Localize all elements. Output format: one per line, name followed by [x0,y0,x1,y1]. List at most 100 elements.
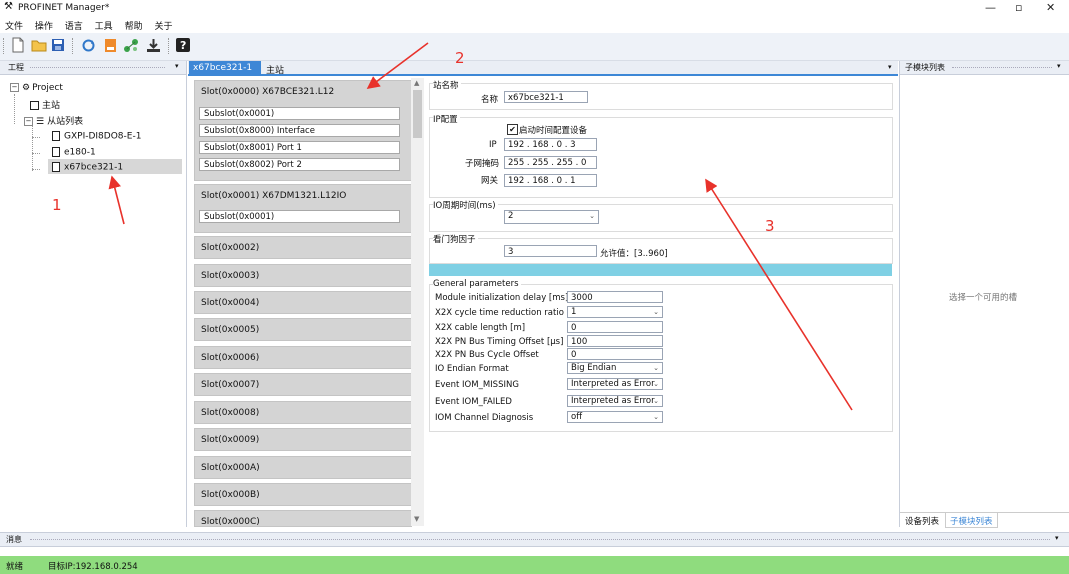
subslot-item[interactable]: Subslot(0x8001) Port 1 [199,141,400,154]
subnet-mask-input[interactable]: 255 . 255 . 255 . 0 [504,156,597,169]
refresh-icon[interactable] [80,37,96,53]
chevron-down-icon: ⌄ [589,212,595,220]
device-icon [52,147,60,157]
tree-node-slave-list[interactable]: − ☰ 从站列表 [24,114,83,127]
select-value: 1 [571,307,577,317]
toolbar-separator [72,38,75,54]
minimize-button[interactable]: — [985,1,996,14]
param-select[interactable]: Big Endian ⌄ [567,362,663,374]
slot-label: Slot(0x0004) [201,298,260,308]
slot-item[interactable]: Slot(0x000B) [194,483,412,506]
subslot-item[interactable]: Subslot(0x0001) [199,107,400,120]
watchdog-input[interactable]: 3 [504,245,597,257]
slot-label: Slot(0x0005) [201,325,260,335]
slot-item[interactable]: Slot(0x0000) X67BCE321.L12 Subslot(0x000… [194,80,412,181]
menu-bar: 文件 操作 语言 工具 帮助 关于 [0,16,1069,33]
param-input[interactable]: 0 [567,348,663,360]
download-icon[interactable] [145,37,161,53]
slot-item[interactable]: Slot(0x0006) [194,346,412,369]
param-select[interactable]: Interpreted as Error ⌄ [567,395,663,407]
chevron-down-icon: ⌄ [653,308,659,316]
subslot-item[interactable]: Subslot(0x8000) Interface [199,124,400,137]
group-title: General parameters [433,279,521,289]
slot-item[interactable]: Slot(0x0001) X67DM1321.L12IO Subslot(0x0… [194,184,412,233]
tab-submodule-list[interactable]: 子模块列表 [945,513,998,528]
collapse-icon[interactable]: − [10,83,19,92]
slot-item[interactable]: Slot(0x0005) [194,318,412,341]
startup-config-checkbox[interactable]: ✔ [507,124,518,135]
io-cycle-select[interactable]: 2 ⌄ [504,210,599,224]
param-input[interactable]: 100 [567,335,663,347]
network-icon[interactable] [123,37,139,53]
param-label: X2X cable length [m] [435,323,526,333]
save-icon[interactable] [50,37,66,53]
watchdog-hint: 允许值：[3..960] [600,249,668,259]
slot-item[interactable]: Slot(0x000C) [194,510,412,527]
tab-device[interactable]: x67bce321-1 ✕ [189,61,261,87]
tree-line [32,169,40,170]
slot-item[interactable]: Slot(0x0008) [194,401,412,424]
param-input[interactable]: 0 [567,321,663,333]
group-title: 站名称 [433,79,461,91]
slot-item[interactable]: Slot(0x0009) [194,428,412,451]
param-select[interactable]: Interpreted as Error ⌄ [567,378,663,390]
menu-operation[interactable]: 操作 [35,19,53,32]
scroll-down-icon[interactable]: ▼ [414,515,419,523]
new-file-icon[interactable] [10,37,26,53]
collapse-icon[interactable]: − [24,117,33,126]
slot-label: Slot(0x0009) [201,435,260,445]
menu-tools[interactable]: 工具 [95,19,113,32]
menu-language[interactable]: 语言 [65,19,83,32]
tree-node-master[interactable]: 主站 [30,98,60,111]
close-button[interactable]: ✕ [1046,1,1055,14]
help-icon[interactable]: ? [175,37,191,53]
open-folder-icon[interactable] [31,37,47,53]
tree-node-device-selected[interactable]: x67bce321-1 [52,162,123,173]
toolbar-grip[interactable] [3,38,6,54]
subslot-item[interactable]: Subslot(0x8002) Port 2 [199,158,400,171]
chevron-down-icon: ⌄ [653,380,659,388]
slot-label: Slot(0x0003) [201,271,260,281]
ip-address-input[interactable]: 192 . 168 . 0 . 3 [504,138,597,151]
slot-label: Slot(0x000C) [201,517,260,527]
tab-device-list[interactable]: 设备列表 [905,515,939,527]
panel-grip [952,67,1052,72]
slot-item[interactable]: Slot(0x0002) [194,236,412,259]
toolbar-separator-2 [168,38,171,54]
tree-node-project[interactable]: − ⚙ Project [10,83,63,93]
tree-line [32,137,40,138]
param-input[interactable]: 3000 [567,291,663,303]
target-ip: 目标IP:192.168.0.254 [48,562,138,572]
menu-help[interactable]: 帮助 [125,19,143,32]
editor-tab-strip [188,61,898,76]
slot-item[interactable]: Slot(0x0004) [194,291,412,314]
empty-hint: 选择一个可用的槽 [949,293,1018,303]
param-select[interactable]: off ⌄ [567,411,663,423]
panel-menu-chevron-icon[interactable]: ▾ [1057,62,1061,70]
slot-list-scrollbar[interactable]: ▲ ▼ [411,78,424,526]
gateway-input[interactable]: 192 . 168 . 0 . 1 [504,174,597,187]
menu-file[interactable]: 文件 [5,19,23,32]
panel-grip [30,539,1050,544]
tree-line [14,94,16,124]
scroll-up-icon[interactable]: ▲ [414,79,419,87]
menu-about[interactable]: 关于 [154,19,172,32]
subslot-item[interactable]: Subslot(0x0001) [199,210,400,223]
tree-label: 从站列表 [47,117,84,127]
tree-line [32,153,40,154]
param-select[interactable]: 1 ⌄ [567,306,663,318]
maximize-button[interactable]: ▫ [1015,1,1022,14]
annotation-label-2: 2 [455,49,465,67]
export-icon[interactable] [103,37,119,53]
slot-item[interactable]: Slot(0x0003) [194,264,412,287]
slot-item[interactable]: Slot(0x000A) [194,456,412,479]
station-name-input[interactable]: x67bce321-1 [504,91,588,103]
tree-node-device[interactable]: GXPI-DI8DO8-E-1 [52,131,141,142]
tab-master[interactable]: 主站 [266,63,284,76]
slot-item[interactable]: Slot(0x0007) [194,373,412,396]
tree-node-device[interactable]: e180-1 [52,147,96,158]
panel-menu-chevron-icon[interactable]: ▾ [175,62,179,70]
panel-menu-chevron-icon[interactable]: ▾ [1055,534,1059,542]
scroll-thumb[interactable] [413,90,422,138]
tab-list-chevron-icon[interactable]: ▾ [888,63,892,71]
